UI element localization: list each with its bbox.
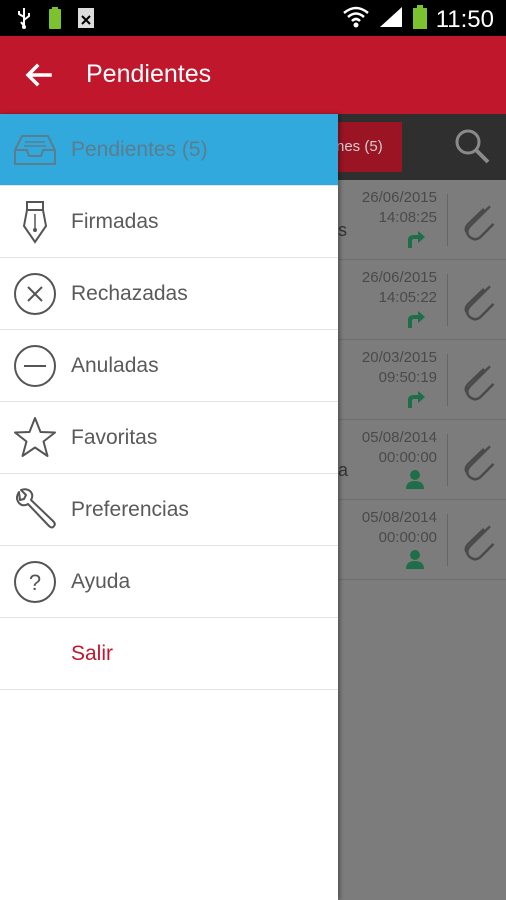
sim-icon: [76, 6, 96, 35]
row-date: 05/08/2014: [361, 429, 437, 446]
search-button[interactable]: [452, 126, 492, 171]
battery-icon: [412, 4, 428, 35]
drawer-item-ayuda[interactable]: ? Ayuda: [0, 546, 338, 618]
status-bar: 11:50: [0, 0, 506, 36]
drawer-item-label: Anuladas: [71, 354, 159, 377]
drawer-item-label: Preferencias: [71, 498, 189, 521]
drawer-item-label: Favoritas: [71, 426, 158, 449]
drawer-item-rechazadas[interactable]: Rechazadas: [0, 258, 338, 330]
inbox-tray-icon: [13, 128, 57, 172]
circle-minus-icon: [13, 344, 57, 388]
clock: 11:50: [435, 5, 494, 33]
star-icon: [13, 416, 57, 460]
row-date: 05/08/2014: [361, 509, 437, 526]
drawer-item-label: Ayuda: [71, 570, 131, 593]
page-title: Pendientes: [86, 60, 212, 88]
row-date: 20/03/2015: [361, 349, 437, 366]
row-date: 26/06/2015: [361, 269, 437, 286]
app-bar: Pendientes: [0, 36, 506, 114]
search-icon: [455, 129, 490, 164]
battery-small-icon: [46, 6, 64, 35]
drawer-item-favoritas[interactable]: Favoritas: [0, 402, 338, 474]
paperclip-icon: [462, 354, 496, 411]
person-icon: [404, 468, 426, 495]
drawer-item-pendientes[interactable]: Pendientes (5): [0, 114, 338, 186]
paperclip-icon: [462, 194, 496, 251]
drawer-item-label: Rechazadas: [71, 282, 188, 305]
forward-arrow-icon: [404, 308, 426, 335]
logout-label: Salir: [71, 642, 114, 665]
drawer-item-label: Pendientes (5): [71, 138, 208, 161]
svg-text:?: ?: [29, 570, 41, 595]
wifi-icon: [342, 5, 370, 34]
forward-arrow-icon: [404, 388, 426, 415]
drawer-item-preferencias[interactable]: Preferencias: [0, 474, 338, 546]
usb-icon: [14, 6, 34, 35]
row-time: 14:05:22: [378, 289, 437, 306]
arrow-left-icon: [25, 63, 52, 87]
wrench-icon: [13, 488, 57, 532]
navigation-drawer: Pendientes (5) Firmadas Rechazadas Anula…: [0, 114, 338, 900]
drawer-item-anuladas[interactable]: Anuladas: [0, 330, 338, 402]
back-button[interactable]: [22, 58, 56, 92]
paperclip-icon: [462, 514, 496, 571]
help-circle-icon: ?: [13, 560, 57, 604]
fountain-pen-icon: [13, 200, 57, 244]
drawer-item-label: Firmadas: [71, 210, 159, 233]
signal-icon: [378, 5, 404, 34]
drawer-item-salir[interactable]: Salir: [0, 618, 338, 690]
paperclip-icon: [462, 434, 496, 491]
row-time: 00:00:00: [378, 529, 437, 546]
row-time: 00:00:00: [378, 449, 437, 466]
row-time: 09:50:19: [378, 369, 437, 386]
person-icon: [404, 548, 426, 575]
circle-x-icon: [13, 272, 57, 316]
drawer-item-firmadas[interactable]: Firmadas: [0, 186, 338, 258]
paperclip-icon: [462, 274, 496, 331]
row-time: 14:08:25: [378, 209, 437, 226]
forward-arrow-icon: [404, 228, 426, 255]
row-date: 26/06/2015: [361, 189, 437, 206]
